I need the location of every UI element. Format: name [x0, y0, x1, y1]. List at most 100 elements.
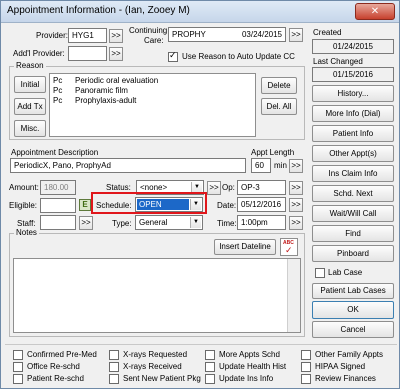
continuing-care-date: 03/24/2015 — [241, 30, 282, 39]
update-ins-info-checkbox[interactable] — [205, 374, 215, 384]
continuing-care-more-button[interactable]: >> — [289, 28, 303, 42]
patient-lab-cases-button[interactable]: Patient Lab Cases — [312, 283, 394, 299]
history-button[interactable]: History... — [312, 85, 394, 102]
notes-scrollbar[interactable] — [287, 259, 300, 332]
update-ins-info-label: Update Ins Info — [219, 374, 274, 383]
schd-next-button[interactable]: Schd. Next — [312, 185, 394, 202]
other-family-appts-label: Other Family Appts — [315, 350, 384, 359]
eligible-label: Eligible: — [9, 201, 38, 210]
delete-button[interactable]: Delete — [261, 77, 297, 94]
initial-button[interactable]: Initial — [14, 76, 46, 93]
provider-label: Provider: — [36, 31, 69, 40]
update-health-hist-checkbox[interactable] — [205, 362, 215, 372]
confirmed-pre-med-checkbox[interactable] — [13, 350, 23, 360]
chevron-down-icon[interactable]: ▼ — [190, 199, 201, 210]
schedule-select[interactable]: OPEN ▼ — [135, 197, 203, 212]
appt-length-label: Appt Length — [251, 148, 295, 157]
x-rays-requested-label: X-rays Requested — [123, 350, 188, 359]
patient-info-button[interactable]: Patient Info — [312, 125, 394, 142]
other-family-appts-checkbox[interactable] — [301, 350, 311, 360]
continuing-care-label: Continuing — [129, 26, 168, 35]
addl-provider-input[interactable] — [68, 46, 107, 61]
x-rays-received-label: X-rays Received — [123, 362, 182, 371]
continuing-care-label-2: Care: — [144, 36, 164, 45]
schedule-label: Schedule: — [96, 201, 132, 210]
more-info-button[interactable]: More Info (Dial) — [312, 105, 394, 122]
cancel-button[interactable]: Cancel — [312, 321, 394, 338]
provider-input[interactable]: HYG1 — [68, 28, 107, 43]
hipaa-signed-checkbox[interactable] — [301, 362, 311, 372]
eligible-input[interactable] — [40, 198, 76, 213]
ok-button[interactable]: OK — [312, 301, 394, 319]
type-label: Type: — [112, 219, 132, 228]
find-button[interactable]: Find — [312, 225, 394, 242]
wait-will-call-button[interactable]: Wait/Will Call — [312, 205, 394, 222]
addl-provider-more-button[interactable]: >> — [109, 47, 123, 61]
del-all-button[interactable]: Del. All — [261, 98, 297, 115]
more-appts-schd-checkbox[interactable] — [205, 350, 215, 360]
provider-more-button[interactable]: >> — [109, 29, 123, 43]
use-reason-label: Use Reason to Auto Update CC — [182, 52, 295, 61]
op-input[interactable]: OP-3 — [237, 180, 286, 195]
chevron-down-icon[interactable]: ▼ — [190, 217, 201, 228]
window-title: Appointment Information - (Ian, Zooey M) — [7, 5, 190, 16]
appt-description-label: Appointment Description — [11, 148, 99, 157]
lab-case-checkbox[interactable] — [315, 268, 325, 278]
review-finances-label: Review Finances — [315, 374, 376, 383]
status-value: <none> — [140, 183, 168, 192]
office-re-schd-label: Office Re-schd — [27, 362, 80, 371]
reason-list[interactable]: Pc Periodic oral evaluation Pc Panoramic… — [49, 73, 256, 137]
appointment-window: Appointment Information - (Ian, Zooey M)… — [0, 0, 400, 389]
amount-label: Amount: — [9, 183, 39, 192]
office-re-schd-checkbox[interactable] — [13, 362, 23, 372]
ins-claim-info-button[interactable]: Ins Claim Info — [312, 165, 394, 182]
sent-new-patient-pkg-checkbox[interactable] — [109, 374, 119, 384]
x-rays-received-checkbox[interactable] — [109, 362, 119, 372]
notes-group-label: Notes — [14, 228, 39, 237]
use-reason-checkbox[interactable] — [168, 50, 178, 62]
date-label: Date: — [217, 201, 237, 210]
time-input[interactable]: 1:00pm — [237, 215, 286, 230]
review-finances-checkbox[interactable] — [301, 374, 311, 384]
misc-button[interactable]: Misc. — [14, 120, 46, 137]
staff-more-button[interactable]: >> — [79, 216, 93, 230]
bottom-options: Confirmed Pre-Med X-rays Requested More … — [5, 344, 397, 386]
title-bar: Appointment Information - (Ian, Zooey M)… — [1, 1, 399, 23]
eligibility-badge-icon[interactable]: E — [79, 199, 91, 211]
created-value: 01/24/2015 — [312, 39, 394, 54]
insert-dateline-button[interactable]: Insert Dateline — [214, 239, 276, 255]
lab-case-label: Lab Case — [328, 268, 363, 277]
hipaa-signed-label: HIPAA Signed — [315, 362, 366, 371]
status-more-button[interactable]: >> — [207, 181, 221, 195]
date-more-button[interactable]: >> — [289, 198, 303, 212]
notes-textarea[interactable] — [13, 258, 301, 333]
add-tx-button[interactable]: Add Tx — [14, 98, 46, 115]
spellcheck-button[interactable]: ABC ✓ — [280, 238, 298, 256]
patient-re-schd-checkbox[interactable] — [13, 374, 23, 384]
last-changed-value: 01/15/2016 — [312, 67, 394, 82]
appt-length-more-button[interactable]: >> — [289, 159, 303, 173]
close-button[interactable]: ✕ — [355, 3, 395, 20]
op-more-button[interactable]: >> — [289, 181, 303, 195]
schedule-value: OPEN — [139, 200, 162, 209]
appt-description-input[interactable]: PeriodicX, Pano, ProphyAd — [10, 158, 246, 173]
last-changed-label: Last Changed — [313, 57, 363, 66]
other-appts-button[interactable]: Other Appt(s) — [312, 145, 394, 162]
staff-input[interactable] — [40, 215, 76, 230]
amount-value: 180.00 — [40, 180, 76, 195]
x-rays-requested-checkbox[interactable] — [109, 350, 119, 360]
appt-length-unit: min — [274, 161, 287, 170]
appt-length-input[interactable]: 60 — [251, 158, 271, 173]
type-select[interactable]: General ▼ — [135, 215, 203, 230]
date-input[interactable]: 05/12/2016 — [237, 197, 286, 212]
more-appts-schd-label: More Appts Schd — [219, 350, 280, 359]
update-health-hist-label: Update Health Hist — [219, 362, 287, 371]
pinboard-button[interactable]: Pinboard — [312, 245, 394, 262]
status-label: Status: — [106, 183, 131, 192]
time-more-button[interactable]: >> — [289, 216, 303, 230]
continuing-care-field[interactable]: PROPHY 03/24/2015 — [168, 27, 286, 42]
type-value: General — [139, 218, 168, 227]
created-label: Created — [313, 28, 342, 37]
confirmed-pre-med-label: Confirmed Pre-Med — [27, 350, 97, 359]
op-label: Op: — [222, 183, 235, 192]
